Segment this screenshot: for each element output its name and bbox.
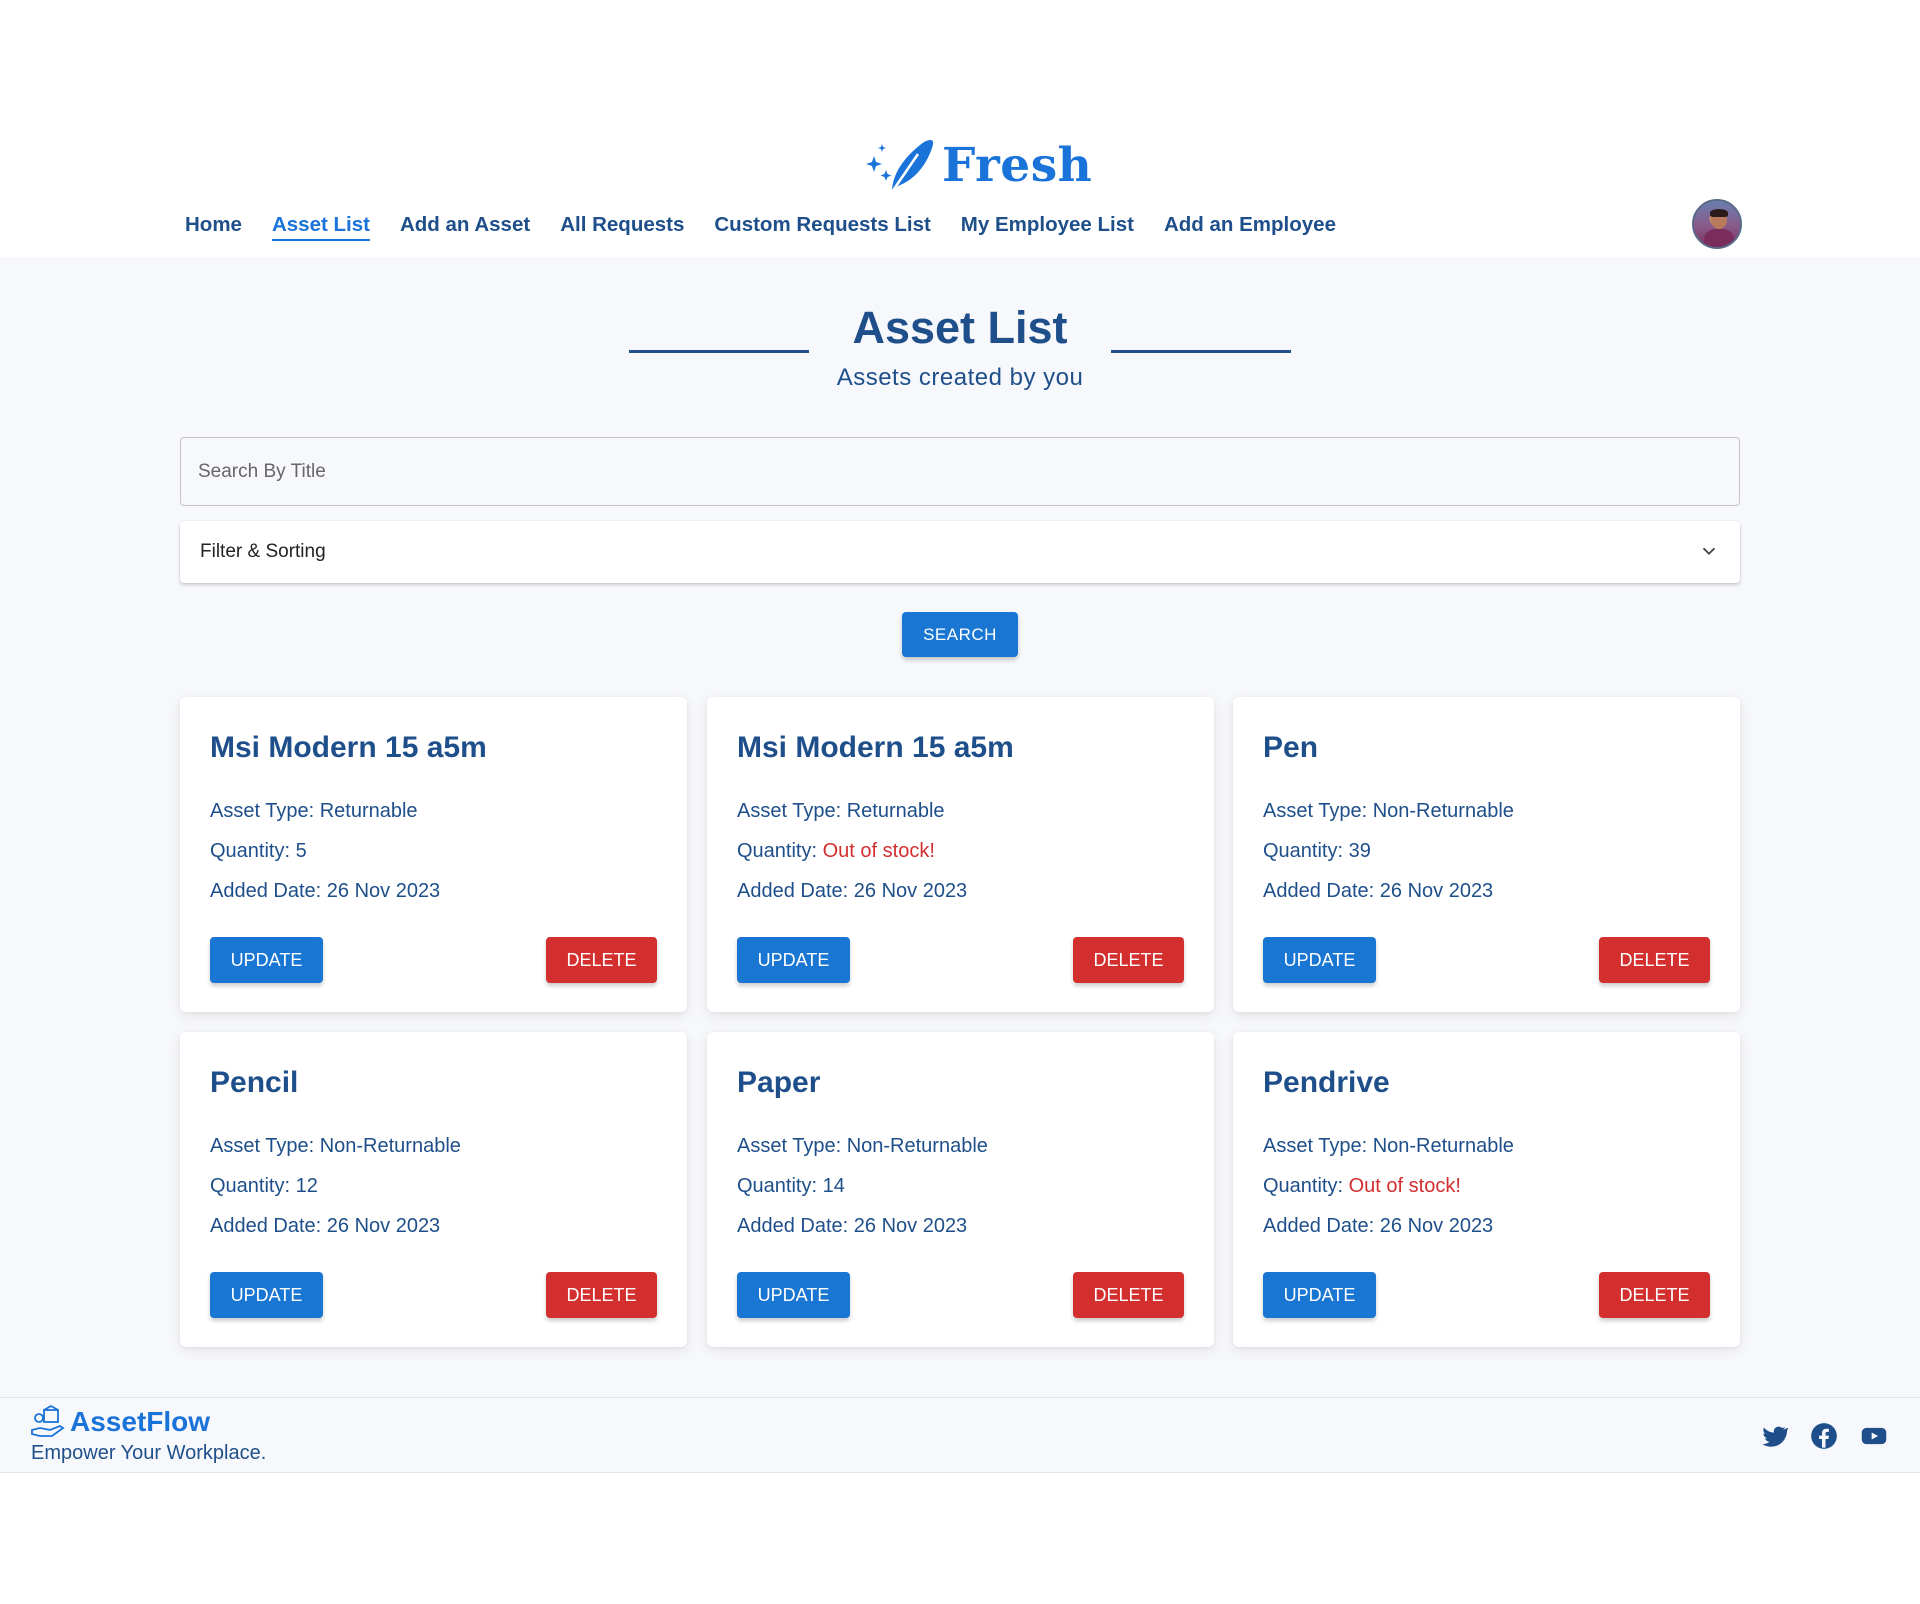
- asset-quantity: Quantity: 14: [737, 1175, 845, 1197]
- delete-button[interactable]: DELETE: [1073, 937, 1184, 983]
- asset-card: Pen Asset Type: Non-Returnable Quantity:…: [1233, 697, 1740, 1012]
- asset-card: Pendrive Asset Type: Non-Returnable Quan…: [1233, 1032, 1740, 1347]
- nav-home[interactable]: Home: [185, 211, 242, 241]
- asset-title: Msi Modern 15 a5m: [210, 731, 487, 764]
- leaf-sparkle-icon: [866, 140, 934, 193]
- delete-button[interactable]: DELETE: [1599, 937, 1710, 983]
- chevron-down-icon: [1702, 547, 1716, 556]
- asset-card: Msi Modern 15 a5m Asset Type: Returnable…: [707, 697, 1214, 1012]
- search-button[interactable]: SEARCH: [902, 612, 1018, 657]
- update-button[interactable]: UPDATE: [210, 937, 323, 983]
- asset-quantity: Quantity: Out of stock!: [1263, 1175, 1461, 1197]
- brand-logo[interactable]: Fresh: [862, 136, 1092, 194]
- filter-label: Filter & Sorting: [200, 541, 326, 562]
- delete-button[interactable]: DELETE: [1073, 1272, 1184, 1318]
- brand-name: Fresh: [942, 137, 1093, 193]
- delete-button[interactable]: DELETE: [546, 1272, 657, 1318]
- nav-asset-list[interactable]: Asset List: [271, 211, 370, 241]
- asset-title: Pen: [1263, 731, 1319, 764]
- asset-quantity: Quantity: 39: [1263, 840, 1371, 862]
- out-of-stock-text: Out of stock!: [1348, 1175, 1461, 1197]
- asset-added-date: Added Date: 26 Nov 2023: [737, 1215, 968, 1237]
- asset-added-date: Added Date: 26 Nov 2023: [210, 1215, 441, 1237]
- asset-quantity: Quantity: 5: [210, 840, 307, 862]
- update-button[interactable]: UPDATE: [1263, 937, 1376, 983]
- footer: AssetFlow Empower Your Workplace.: [0, 1397, 1920, 1473]
- asset-card: Pencil Asset Type: Non-Returnable Quanti…: [180, 1032, 687, 1347]
- asset-type: Asset Type: Returnable: [210, 800, 418, 822]
- asset-added-date: Added Date: 26 Nov 2023: [210, 880, 441, 902]
- update-button[interactable]: UPDATE: [737, 1272, 850, 1318]
- update-button[interactable]: UPDATE: [1263, 1272, 1376, 1318]
- footer-tagline: Empower Your Workplace.: [31, 1442, 267, 1464]
- asset-added-date: Added Date: 26 Nov 2023: [1263, 1215, 1494, 1237]
- asset-quantity: Quantity: 12: [210, 1175, 318, 1197]
- footer-brand-name: AssetFlow: [70, 1406, 211, 1437]
- avatar-shirt: [1704, 229, 1734, 247]
- asset-hand-icon: [31, 1404, 65, 1437]
- asset-title: Paper: [737, 1066, 821, 1099]
- asset-type: Asset Type: Non-Returnable: [210, 1135, 461, 1157]
- facebook-icon[interactable]: [1810, 1422, 1838, 1450]
- asset-type: Asset Type: Non-Returnable: [1263, 1135, 1514, 1157]
- out-of-stock-text: Out of stock!: [822, 840, 935, 862]
- user-avatar[interactable]: [1692, 199, 1742, 249]
- delete-button[interactable]: DELETE: [546, 937, 657, 983]
- asset-title: Pendrive: [1263, 1066, 1390, 1099]
- avatar-hair: [1710, 209, 1728, 217]
- youtube-icon[interactable]: [1860, 1422, 1888, 1450]
- asset-type: Asset Type: Non-Returnable: [1263, 800, 1514, 822]
- asset-type: Asset Type: Non-Returnable: [737, 1135, 988, 1157]
- page-title: Asset List: [852, 302, 1068, 353]
- asset-added-date: Added Date: 26 Nov 2023: [737, 880, 968, 902]
- footer-brand[interactable]: AssetFlow: [30, 1404, 210, 1440]
- nav-all-requests[interactable]: All Requests: [560, 211, 684, 241]
- asset-card: Paper Asset Type: Non-Returnable Quantit…: [707, 1032, 1214, 1347]
- asset-title: Msi Modern 15 a5m: [737, 731, 1014, 764]
- delete-button[interactable]: DELETE: [1599, 1272, 1710, 1318]
- nav-custom-requests[interactable]: Custom Requests List: [714, 211, 930, 241]
- nav-my-employee-list[interactable]: My Employee List: [961, 211, 1134, 241]
- top-navbar: Fresh Home Asset List Add an Asset All R…: [0, 0, 1920, 257]
- main-nav: Home Asset List Add an Asset All Request…: [185, 211, 1366, 241]
- asset-added-date: Added Date: 26 Nov 2023: [1263, 880, 1494, 902]
- asset-card: Msi Modern 15 a5m Asset Type: Returnable…: [180, 697, 687, 1012]
- update-button[interactable]: UPDATE: [210, 1272, 323, 1318]
- twitter-icon[interactable]: [1760, 1422, 1788, 1450]
- asset-type: Asset Type: Returnable: [737, 800, 945, 822]
- nav-add-asset[interactable]: Add an Asset: [400, 211, 530, 241]
- page-subtitle: Assets created by you: [836, 364, 1084, 391]
- nav-add-employee[interactable]: Add an Employee: [1164, 211, 1336, 241]
- search-input[interactable]: [180, 437, 1740, 506]
- update-button[interactable]: UPDATE: [737, 937, 850, 983]
- filter-sorting-accordion[interactable]: Filter & Sorting: [180, 521, 1740, 583]
- asset-title: Pencil: [210, 1066, 299, 1099]
- asset-quantity: Quantity: Out of stock!: [737, 840, 935, 862]
